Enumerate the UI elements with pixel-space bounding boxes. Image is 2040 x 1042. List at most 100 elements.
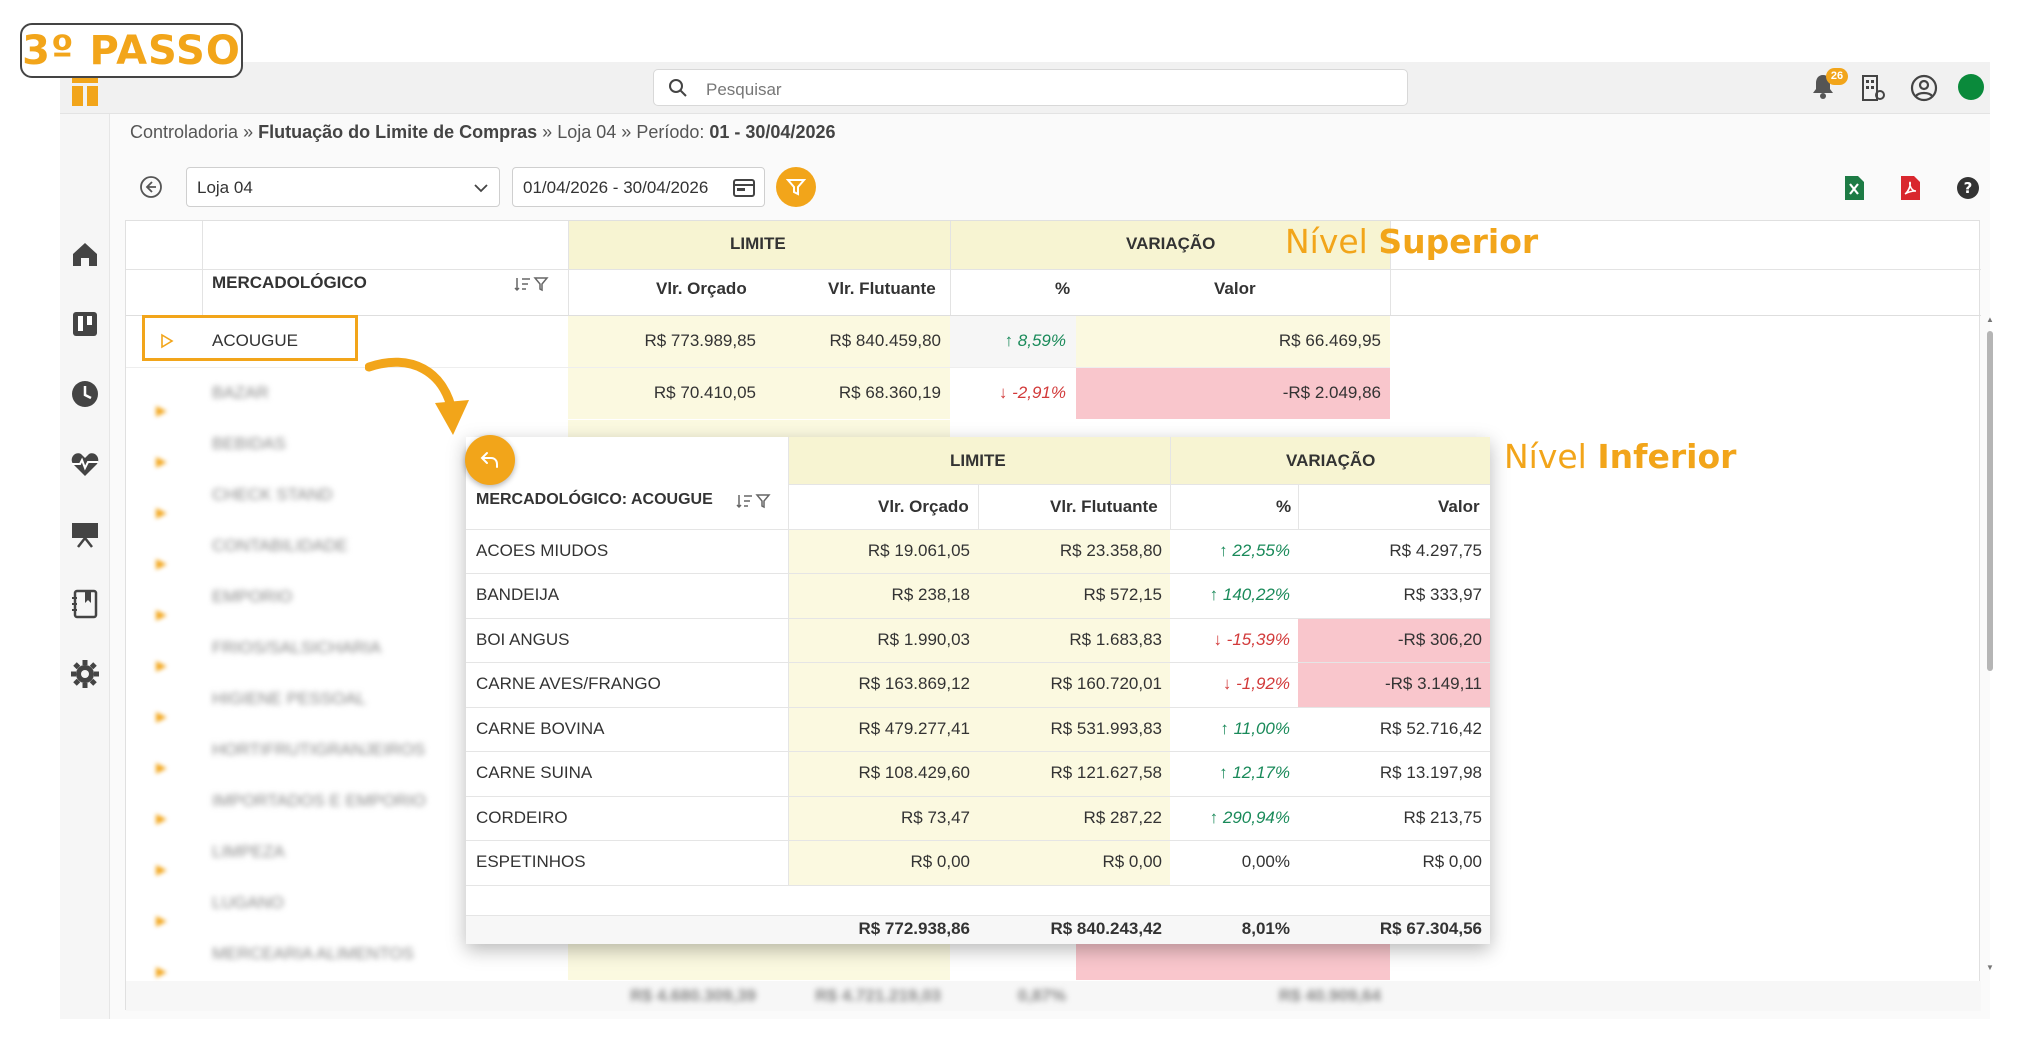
search-input[interactable]: Pesquisar — [653, 69, 1408, 106]
heart-pulse-icon[interactable] — [70, 449, 100, 479]
row-category-name[interactable]: FRIOS/SALSICHARIA — [212, 638, 381, 658]
row-category-name[interactable]: IMPORTADOS E EMPORIO — [212, 791, 426, 811]
date-range-field[interactable]: 01/04/2026 - 30/04/2026 — [512, 167, 765, 207]
status-dot — [1958, 74, 1984, 100]
sub-row-floating: R$ 572,15 — [1083, 585, 1162, 604]
scrollbar[interactable]: ▲ ▼ — [1985, 315, 1995, 975]
row-category-name[interactable]: LIMPEZA — [212, 842, 285, 862]
excel-icon[interactable] — [1842, 175, 1866, 201]
filter-button[interactable] — [776, 167, 816, 207]
row-category-name[interactable]: CONTABILIDADE — [212, 536, 348, 556]
header-mercadologico[interactable]: MERCADOLÓGICO — [212, 273, 367, 293]
sub-header-vlr-orcado[interactable]: Vlr. Orçado — [878, 497, 969, 517]
presentation-icon[interactable] — [70, 519, 100, 549]
row-pct: ↓ -2,91% — [998, 383, 1066, 402]
divider — [978, 484, 979, 530]
sub-total-pct: 8,01% — [1241, 919, 1290, 938]
row-category-name[interactable]: MERCEARIA ALIMENTOS — [212, 944, 414, 964]
sub-header-limite: LIMITE — [950, 451, 1006, 470]
sub-row-pct-value: -15,39% — [1226, 630, 1290, 649]
level-inferior-label: Nível Inferior — [1504, 437, 1736, 476]
sub-row-name: ACOES MIUDOS — [476, 541, 609, 560]
store-select[interactable]: Loja 04 — [186, 167, 500, 207]
divider — [788, 437, 789, 885]
group-header-bg — [568, 221, 1390, 269]
divider — [1298, 484, 1299, 530]
divider — [466, 885, 1490, 886]
divider — [466, 796, 1490, 797]
breadcrumb-separator: » — [243, 122, 254, 142]
sub-row-floating: R$ 121.627,58 — [1050, 763, 1162, 782]
row-budget: R$ 773.989,85 — [644, 331, 756, 350]
sub-header-pct[interactable]: % — [1276, 497, 1291, 517]
scrollbar-thumb[interactable] — [1987, 331, 1993, 671]
sub-row-value: R$ 4.297,75 — [1389, 541, 1482, 560]
sub-row-pct: ↑ 290,94% — [1209, 808, 1290, 827]
row-category-name[interactable]: EMPORIO — [212, 587, 292, 607]
date-range-value: 01/04/2026 - 30/04/2026 — [523, 178, 709, 197]
curved-arrow-icon — [365, 357, 469, 435]
calendar-icon[interactable] — [732, 176, 756, 200]
divider — [1170, 437, 1171, 530]
level-prefix: Nível — [1285, 222, 1368, 261]
row-category-name[interactable]: BEBIDAS — [212, 434, 286, 454]
book-icon[interactable] — [70, 589, 100, 619]
sort-filter-icon[interactable] — [514, 275, 550, 293]
row-category-name[interactable]: BAZAR — [212, 383, 269, 403]
sub-header-valor[interactable]: Valor — [1438, 497, 1480, 517]
header-vlr-orcado[interactable]: Vlr. Orçado — [656, 279, 747, 299]
divider — [788, 484, 1490, 485]
store-select-value: Loja 04 — [197, 178, 253, 197]
breadcrumb-store: Loja 04 — [557, 122, 617, 142]
user-circle-icon[interactable] — [1910, 74, 1938, 102]
sub-row-pct: ↓ -15,39% — [1213, 630, 1290, 649]
help-icon[interactable]: ? — [1956, 175, 1980, 201]
breadcrumb-root[interactable]: Controladoria — [130, 122, 238, 142]
row-category-name[interactable]: CHECK STAND — [212, 485, 333, 505]
search-placeholder: Pesquisar — [706, 80, 782, 99]
sub-header-variacao: VARIAÇÃO — [1286, 451, 1376, 470]
header-vlr-flutuante[interactable]: Vlr. Flutuante — [828, 279, 936, 299]
sub-header-vlr-flutuante[interactable]: Vlr. Flutuante — [1050, 497, 1158, 517]
step-badge: 3º PASSO — [20, 23, 243, 78]
sub-row-value: R$ 0,00 — [1422, 852, 1482, 871]
sub-row-pct-value: 12,17% — [1232, 763, 1290, 782]
building-icon[interactable] — [1860, 74, 1886, 102]
home-icon[interactable] — [70, 239, 100, 269]
row-category-name[interactable]: LUGANO — [212, 893, 284, 913]
header-valor[interactable]: Valor — [1214, 279, 1256, 299]
back-icon[interactable] — [139, 175, 163, 199]
clock-icon[interactable] — [70, 379, 100, 409]
sub-row-value: -R$ 306,20 — [1397, 630, 1482, 649]
row-category-name[interactable]: HORTIFRUTIGRANJEIROS — [212, 740, 425, 760]
divider — [466, 915, 1490, 916]
total-floating: R$ 4.721.219,03 — [815, 986, 941, 1005]
board-icon[interactable] — [70, 309, 100, 339]
sub-row-pct: ↑ 11,00% — [1220, 719, 1290, 738]
sub-total-value: R$ 67.304,56 — [1379, 919, 1482, 938]
sub-row-budget: R$ 19.061,05 — [867, 541, 970, 560]
sub-row-name: BANDEIJA — [476, 585, 560, 604]
header-pct[interactable]: % — [1055, 279, 1070, 299]
sub-total-floating: R$ 840.243,42 — [1050, 919, 1162, 938]
row-value: -R$ 2.049,86 — [1282, 383, 1381, 402]
return-button[interactable] — [465, 435, 515, 485]
notification-count: 26 — [1826, 68, 1848, 85]
pdf-icon[interactable] — [1898, 175, 1922, 201]
row-category-name[interactable]: HIGIENE PESSOAL — [212, 689, 366, 709]
sub-row-floating: R$ 23.358,80 — [1059, 541, 1162, 560]
notifications-button[interactable]: 26 — [1810, 68, 1848, 102]
scroll-up-icon[interactable]: ▲ — [1986, 315, 1994, 324]
sub-header-title[interactable]: MERCADOLÓGICO: ACOUGUE — [476, 491, 713, 509]
top-bar: Pesquisar 26 — [60, 62, 1990, 114]
scroll-down-icon[interactable]: ▼ — [1986, 963, 1994, 972]
divider — [466, 840, 1490, 841]
divider — [950, 221, 951, 315]
gear-icon[interactable] — [70, 659, 100, 689]
sort-filter-icon[interactable] — [736, 492, 772, 510]
sub-row-name: CARNE SUINA — [476, 763, 593, 782]
sub-row-name: ESPETINHOS — [476, 852, 586, 871]
divider — [466, 662, 1490, 663]
divider — [126, 269, 1981, 270]
level-prefix: Nível — [1504, 437, 1587, 476]
